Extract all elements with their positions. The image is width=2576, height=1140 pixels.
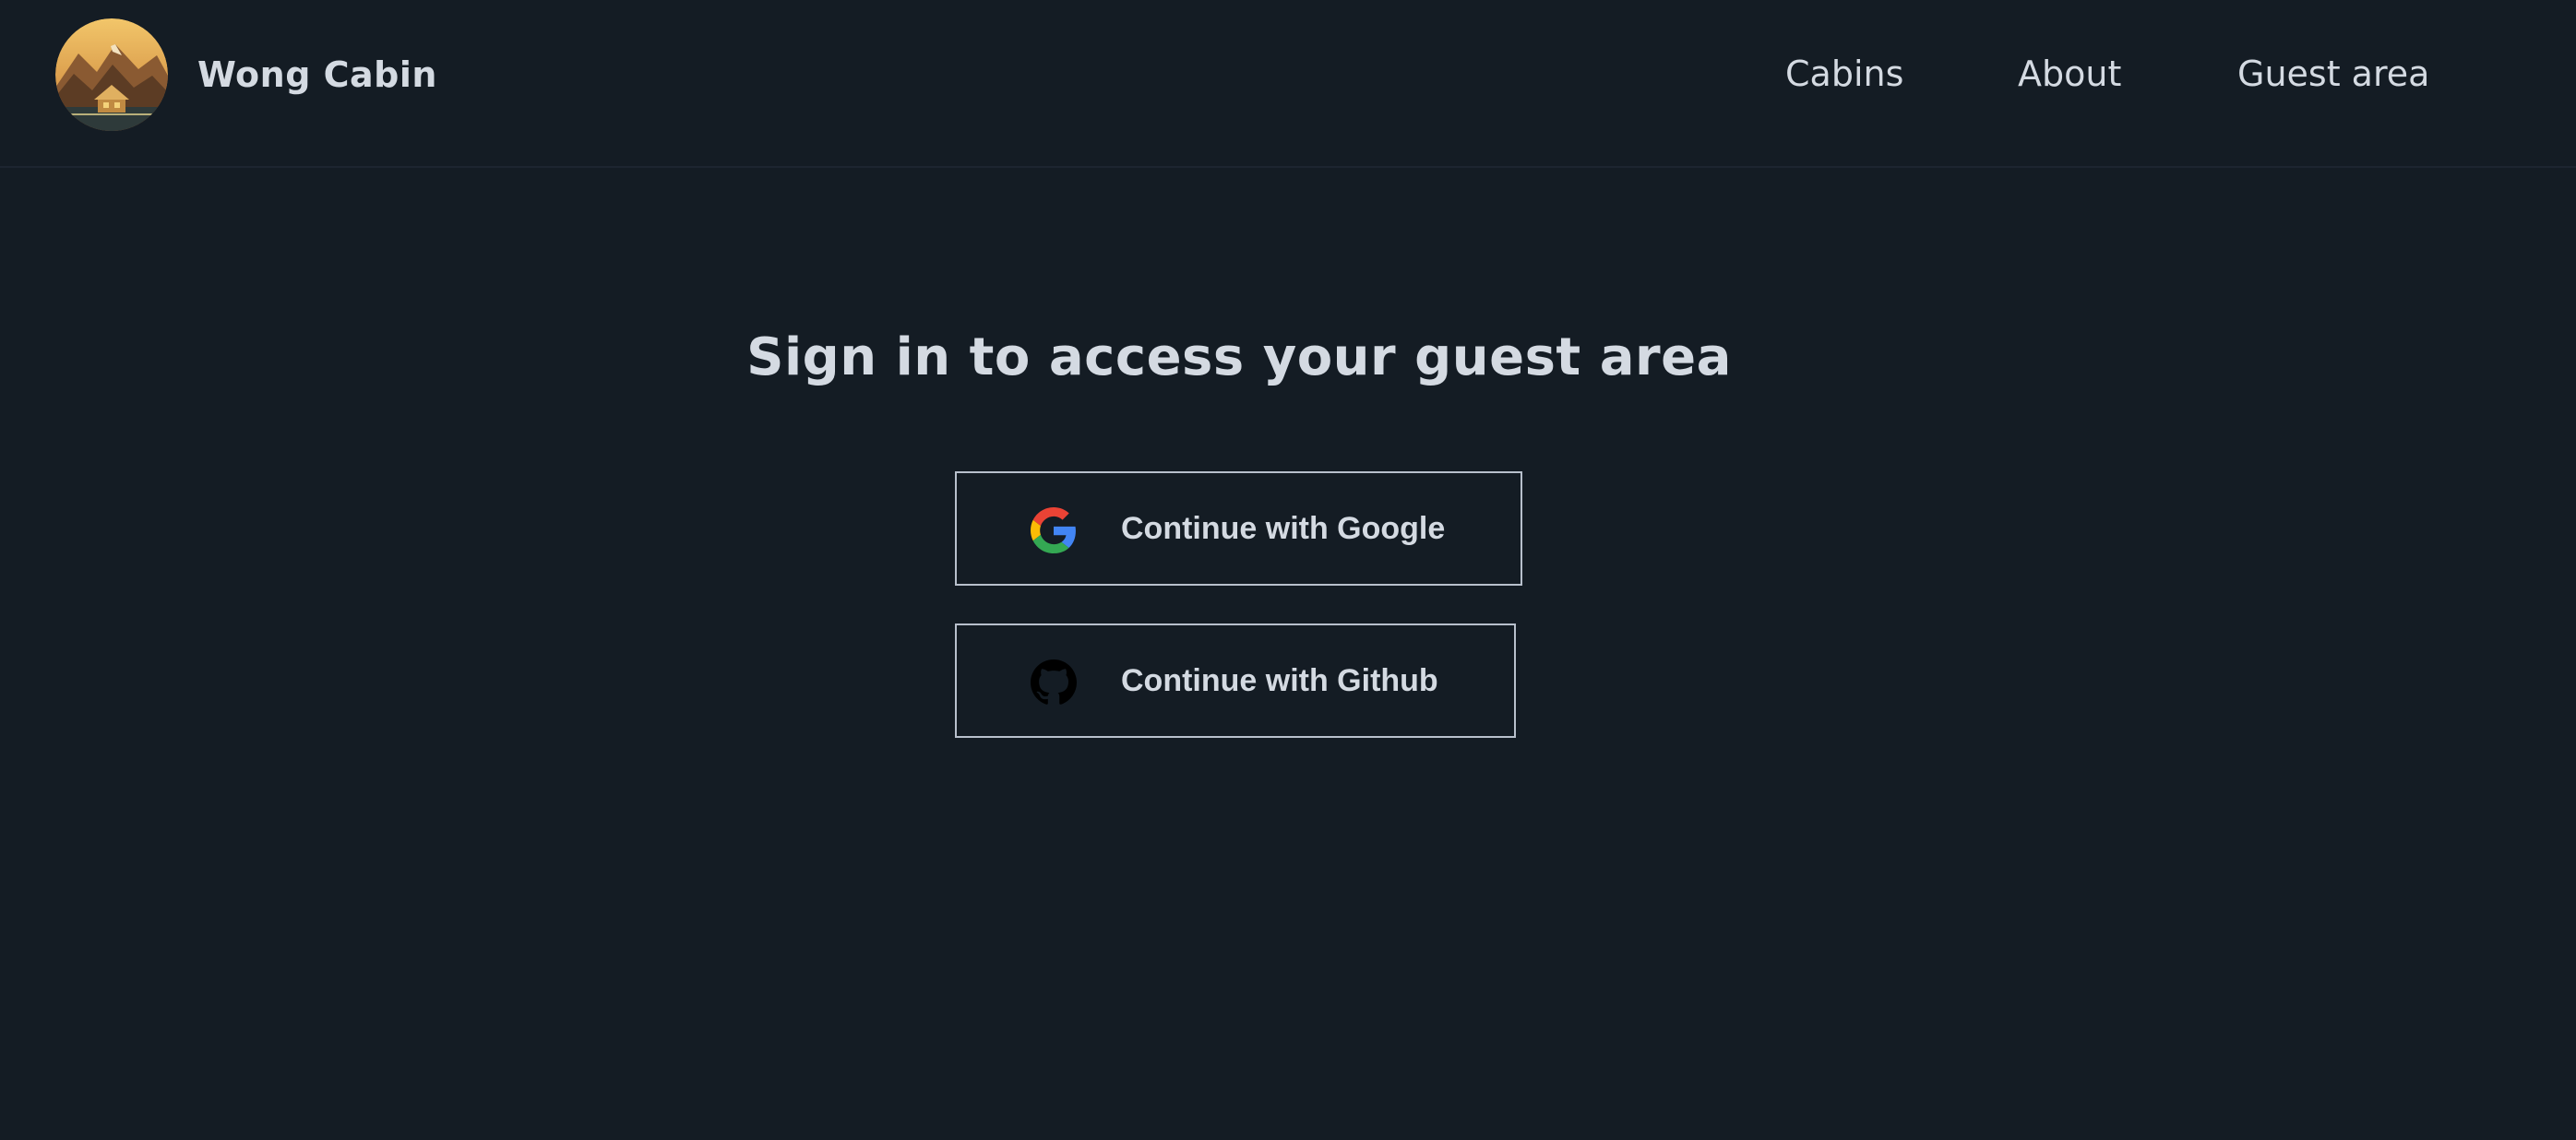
- nav-link-about[interactable]: About: [2018, 48, 2121, 100]
- github-button-label: Continue with Github: [1121, 663, 1438, 698]
- continue-with-github-button[interactable]: Continue with Github: [955, 623, 1516, 738]
- nav-link-guest-area[interactable]: Guest area: [2237, 48, 2429, 100]
- nav-link-cabins[interactable]: Cabins: [1785, 48, 1903, 100]
- page-title: Sign in to access your guest area: [746, 327, 1732, 387]
- continue-with-google-button[interactable]: Continue with Google: [955, 471, 1522, 586]
- google-button-label: Continue with Google: [1121, 511, 1446, 546]
- github-icon: [1031, 659, 1077, 706]
- site-header: Wong Cabin Cabins About Guest area: [0, 0, 2576, 168]
- google-icon: [1031, 507, 1077, 553]
- main-nav: Cabins About Guest area: [0, 48, 2576, 100]
